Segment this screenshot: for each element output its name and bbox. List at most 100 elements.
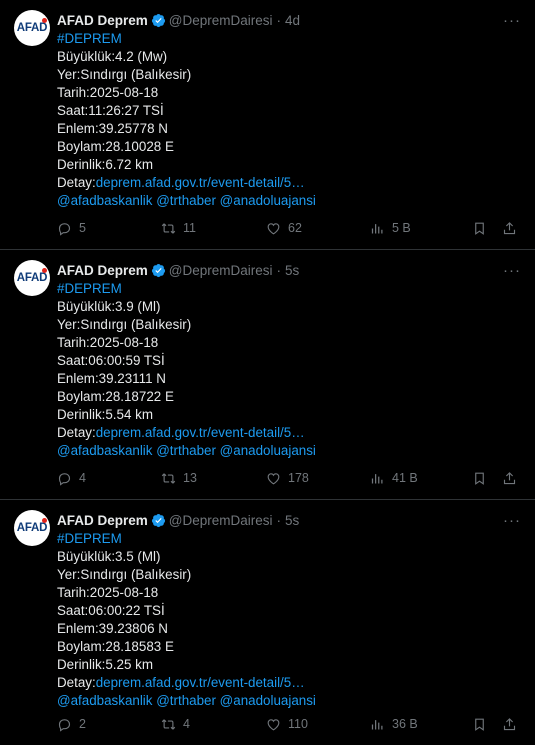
like-button[interactable]: 178	[266, 471, 309, 486]
like-button[interactable]: 62	[266, 221, 302, 236]
verified-badge-icon	[151, 13, 166, 28]
date-line: Tarih:2025-08-18	[57, 335, 159, 350]
timeline-feed: AFAD ··· AFAD Deprem @DepremDairesi · 4d…	[0, 0, 535, 745]
like-count: 62	[288, 221, 302, 235]
bookmark-button[interactable]	[472, 221, 487, 236]
author-name[interactable]: AFAD Deprem	[57, 263, 148, 278]
retweet-count: 11	[183, 221, 196, 235]
retweet-button[interactable]: 4	[161, 717, 190, 732]
tweet-actions: 4 13 178 41 B	[57, 469, 521, 487]
tweet[interactable]: AFAD ··· AFAD Deprem @DepremDairesi · 4d…	[0, 0, 535, 250]
magnitude-line: Büyüklük:4.2 (Mw)	[57, 49, 168, 64]
tweet-content: AFAD Deprem @DepremDairesi · 5s #DEPREM …	[57, 510, 521, 710]
detail-link[interactable]: deprem.afad.gov.tr/event-detail/5…	[96, 675, 305, 690]
magnitude-line: Büyüklük:3.9 (Ml)	[57, 299, 161, 314]
views-icon	[371, 473, 383, 483]
like-button[interactable]: 110	[266, 717, 308, 732]
verified-badge-icon	[151, 263, 166, 278]
mentions-link[interactable]: @afadbaskanlik @trthaber @anadoluajansi	[57, 442, 521, 460]
latitude-line: Enlem:39.25778 N	[57, 121, 168, 136]
bookmark-button[interactable]	[472, 717, 487, 732]
hashtag-link[interactable]: #DEPREM	[57, 530, 521, 548]
avatar[interactable]: AFAD	[14, 260, 50, 296]
reply-button[interactable]: 5	[57, 221, 86, 236]
latitude-line: Enlem:39.23111 N	[57, 371, 166, 386]
heart-icon	[267, 718, 280, 730]
detail-line: Detay:deprem.afad.gov.tr/event-detail/5…	[57, 174, 521, 192]
separator-dot: ·	[276, 262, 282, 278]
tweet-actions: 2 4 110 36 B	[57, 715, 521, 733]
avatar-logo-text: AFAD	[16, 522, 48, 534]
share-button[interactable]	[502, 717, 517, 732]
date-line: Tarih:2025-08-18	[57, 585, 159, 600]
hashtag-link[interactable]: #DEPREM	[57, 30, 521, 48]
retweet-button[interactable]: 11	[161, 221, 196, 236]
separator-dot: ·	[276, 512, 282, 528]
author-handle[interactable]: @DepremDairesi	[169, 263, 273, 278]
mentions-link[interactable]: @afadbaskanlik @trthaber @anadoluajansi	[57, 692, 521, 710]
views-count: 41 B	[392, 471, 418, 485]
detail-link[interactable]: deprem.afad.gov.tr/event-detail/5…	[96, 175, 305, 190]
hashtag-link[interactable]: #DEPREM	[57, 280, 521, 298]
detail-label: Detay:	[57, 675, 96, 690]
avatar-logo-text: AFAD	[16, 272, 48, 284]
longitude-line: Boylam:28.18722 E	[57, 389, 174, 404]
author-name[interactable]: AFAD Deprem	[57, 13, 148, 28]
author-handle[interactable]: @DepremDairesi	[169, 13, 273, 28]
share-button[interactable]	[502, 221, 517, 236]
views-button[interactable]: 36 B	[370, 717, 418, 732]
avatar[interactable]: AFAD	[14, 510, 50, 546]
more-icon[interactable]: ···	[503, 12, 521, 29]
detail-line: Detay:deprem.afad.gov.tr/event-detail/5…	[57, 674, 521, 692]
share-icon	[503, 717, 516, 730]
tweet-header: AFAD Deprem @DepremDairesi · 4d	[57, 10, 521, 30]
location-line: Yer:Sındırgı (Balıkesir)	[57, 67, 192, 82]
detail-label: Detay:	[57, 425, 96, 440]
views-count: 5 B	[392, 221, 411, 235]
reply-count: 4	[79, 471, 86, 485]
timestamp[interactable]: 5s	[285, 263, 299, 278]
tweet-header: AFAD Deprem @DepremDairesi · 5s	[57, 260, 521, 280]
avatar[interactable]: AFAD	[14, 10, 50, 46]
depth-line: Derinlik:5.54 km	[57, 407, 153, 422]
reply-button[interactable]: 4	[57, 471, 86, 486]
tweet[interactable]: AFAD ··· AFAD Deprem @DepremDairesi · 5s…	[0, 250, 535, 500]
timestamp[interactable]: 5s	[285, 513, 299, 528]
depth-line: Derinlik:6.72 km	[57, 157, 153, 172]
tweet[interactable]: AFAD ··· AFAD Deprem @DepremDairesi · 5s…	[0, 500, 535, 745]
timestamp[interactable]: 4d	[285, 13, 300, 28]
time-line: Saat:06:00:22 TSİ	[57, 603, 165, 618]
verified-badge-icon	[151, 513, 166, 528]
location-line: Yer:Sındırgı (Balıkesir)	[57, 567, 192, 582]
magnitude-line: Büyüklük:3.5 (Ml)	[57, 549, 161, 564]
retweet-button[interactable]: 13	[161, 471, 197, 486]
more-icon[interactable]: ···	[503, 512, 521, 529]
reply-icon	[58, 472, 71, 486]
detail-link[interactable]: deprem.afad.gov.tr/event-detail/5…	[96, 425, 305, 440]
mentions-link[interactable]: @afadbaskanlik @trthaber @anadoluajansi	[57, 192, 521, 210]
reply-icon	[58, 222, 71, 236]
bookmark-icon	[475, 718, 484, 731]
views-count: 36 B	[392, 717, 418, 731]
longitude-line: Boylam:28.10028 E	[57, 139, 174, 154]
retweet-icon	[161, 718, 176, 730]
reply-button[interactable]: 2	[57, 717, 86, 732]
share-icon	[503, 471, 516, 484]
detail-line: Detay:deprem.afad.gov.tr/event-detail/5…	[57, 424, 521, 442]
share-button[interactable]	[502, 471, 517, 486]
author-handle[interactable]: @DepremDairesi	[169, 513, 273, 528]
reply-icon	[58, 718, 71, 732]
bookmark-button[interactable]	[472, 471, 487, 486]
views-button[interactable]: 5 B	[370, 221, 411, 236]
longitude-line: Boylam:28.18583 E	[57, 639, 174, 654]
more-icon[interactable]: ···	[503, 262, 521, 279]
author-name[interactable]: AFAD Deprem	[57, 513, 148, 528]
views-button[interactable]: 41 B	[370, 471, 418, 486]
tweet-content: AFAD Deprem @DepremDairesi · 4d #DEPREM …	[57, 10, 521, 210]
bookmark-icon	[475, 222, 484, 235]
share-icon	[503, 221, 516, 234]
views-icon	[371, 223, 383, 233]
retweet-icon	[161, 222, 176, 234]
retweet-icon	[161, 472, 176, 484]
avatar-logo-dot	[42, 18, 47, 23]
